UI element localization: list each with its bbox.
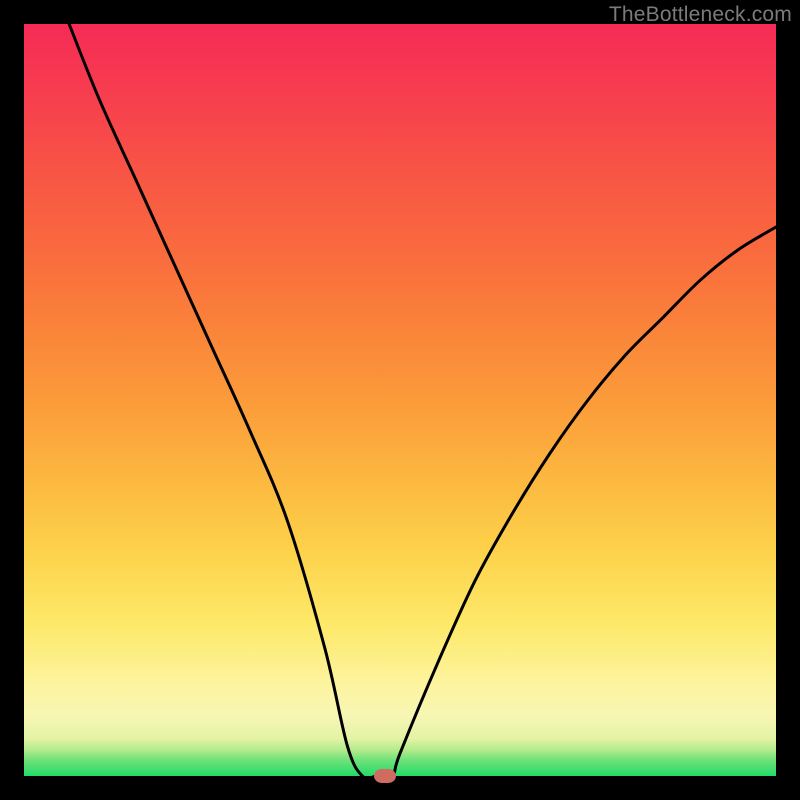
chart-frame: TheBottleneck.com: [0, 0, 800, 800]
optimal-point-marker: [374, 769, 396, 783]
plot-area: [24, 24, 776, 776]
bottleneck-curve: [24, 24, 776, 776]
